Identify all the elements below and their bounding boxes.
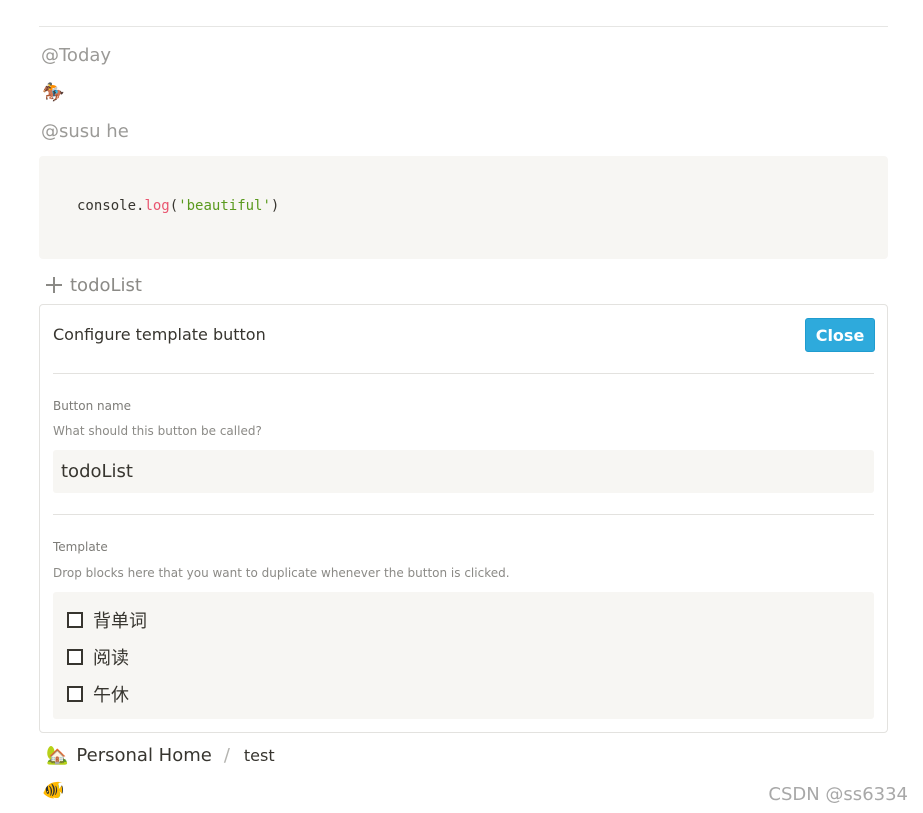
button-name-input[interactable]	[53, 450, 874, 493]
panel-divider	[53, 373, 874, 374]
code-close-paren: )	[270, 198, 280, 214]
horse-emoji-icon: 🏇	[42, 82, 65, 103]
plus-icon	[46, 277, 62, 293]
todo-label[interactable]: 午休	[93, 681, 129, 707]
todo-item: 午休	[67, 682, 129, 706]
todo-checkbox[interactable]	[67, 649, 83, 665]
breadcrumb-test[interactable]: test	[244, 746, 275, 765]
panel-title: Configure template button	[53, 325, 266, 344]
breadcrumb: 🏡 Personal Home / test	[46, 743, 275, 767]
close-button[interactable]: Close	[805, 318, 875, 352]
code-line: console.log('beautiful')	[77, 198, 279, 214]
todo-checkbox[interactable]	[67, 686, 83, 702]
button-name-label: Button name	[53, 399, 132, 413]
code-open-paren: (	[169, 198, 179, 214]
button-name-hint: What should this button be called?	[53, 424, 262, 438]
todo-label[interactable]: 背单词	[93, 607, 147, 633]
template-label: Template	[53, 540, 108, 554]
code-object: console	[77, 198, 137, 214]
template-hint: Drop blocks here that you want to duplic…	[53, 566, 510, 580]
template-button-label: todoList	[70, 274, 142, 296]
breadcrumb-separator: /	[223, 744, 230, 766]
fish-emoji-icon: 🐠	[42, 780, 65, 801]
home-icon: 🏡	[46, 744, 69, 766]
today-mention[interactable]: @Today	[41, 45, 111, 66]
watermark: CSDN @ss6334	[768, 784, 908, 805]
code-method: log	[144, 198, 170, 214]
todo-item: 阅读	[67, 645, 129, 669]
todo-checkbox[interactable]	[67, 612, 83, 628]
user-mention[interactable]: @susu he	[41, 121, 129, 142]
todo-item: 背单词	[67, 608, 147, 632]
template-drop-area[interactable]: 背单词 阅读 午休	[53, 592, 874, 719]
todo-label[interactable]: 阅读	[93, 644, 129, 670]
code-string: 'beautiful'	[178, 198, 271, 214]
panel-divider	[53, 514, 874, 515]
top-divider	[39, 26, 888, 27]
breadcrumb-personal-home[interactable]: Personal Home	[76, 745, 211, 766]
configure-template-panel: Configure template button Close Button n…	[39, 304, 888, 733]
code-block[interactable]: console.log('beautiful')	[39, 156, 888, 259]
todolist-template-button[interactable]: todoList	[42, 273, 142, 297]
